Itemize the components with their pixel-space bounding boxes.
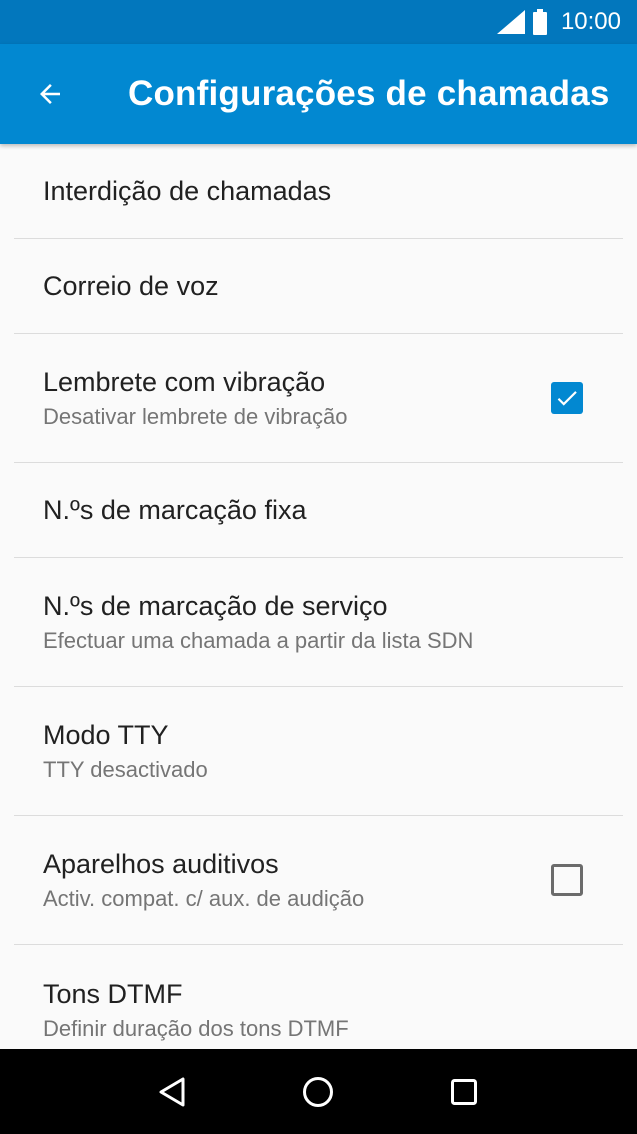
hearing-aids-checkbox[interactable] — [551, 864, 583, 896]
signal-icon — [496, 10, 525, 34]
list-item-service-dialing[interactable]: N.ºs de marcação de serviço Efectuar uma… — [14, 558, 623, 687]
back-button[interactable] — [0, 44, 100, 144]
nav-back-button[interactable] — [151, 1070, 195, 1114]
item-title: N.ºs de marcação de serviço — [43, 591, 388, 621]
list-item-call-barring[interactable]: Interdição de chamadas — [14, 144, 623, 239]
item-title: Correio de voz — [43, 271, 219, 301]
list-item-fixed-dialing[interactable]: N.ºs de marcação fixa — [14, 463, 623, 558]
list-item-tty-mode[interactable]: Modo TTY TTY desactivado — [14, 687, 623, 816]
settings-list: Interdição de chamadas Correio de voz Le… — [0, 144, 637, 1049]
item-title: Modo TTY — [43, 720, 169, 750]
battery-icon — [532, 9, 547, 35]
item-title: N.ºs de marcação fixa — [43, 495, 307, 525]
nav-home-icon — [303, 1076, 334, 1107]
item-title: Interdição de chamadas — [43, 176, 332, 206]
item-subtitle: TTY desactivado — [43, 757, 208, 782]
item-subtitle: Activ. compat. c/ aux. de audição — [43, 886, 365, 911]
item-title: Tons DTMF — [43, 978, 183, 1009]
nav-home-button[interactable] — [296, 1070, 340, 1114]
check-icon — [557, 391, 577, 406]
item-subtitle: Efectuar uma chamada a partir da lista S… — [43, 628, 474, 653]
nav-recents-icon — [451, 1078, 478, 1105]
nav-back-icon — [159, 1077, 185, 1106]
navigation-bar — [0, 1049, 637, 1134]
item-subtitle: Definir duração dos tons DTMF — [43, 1015, 349, 1041]
list-item-hearing-aids[interactable]: Aparelhos auditivos Activ. compat. c/ au… — [14, 816, 623, 945]
list-item-dtmf-tones[interactable]: Tons DTMF Definir duração dos tons DTMF — [14, 945, 623, 1049]
item-title: Aparelhos auditivos — [43, 849, 279, 879]
page-title: Configurações de chamadas — [128, 74, 610, 113]
list-item-vibration-reminder[interactable]: Lembrete com vibração Desativar lembrete… — [14, 334, 623, 463]
item-subtitle: Desativar lembrete de vibração — [43, 404, 348, 429]
vibration-reminder-checkbox[interactable] — [551, 382, 583, 414]
status-time: 10:00 — [560, 8, 621, 35]
item-title: Lembrete com vibração — [43, 367, 326, 397]
status-bar: 10:00 — [0, 0, 637, 44]
nav-recents-button[interactable] — [442, 1070, 486, 1114]
app-bar: Configurações de chamadas — [0, 44, 637, 144]
arrow-back-icon — [40, 84, 60, 104]
list-item-voicemail[interactable]: Correio de voz — [14, 239, 623, 334]
